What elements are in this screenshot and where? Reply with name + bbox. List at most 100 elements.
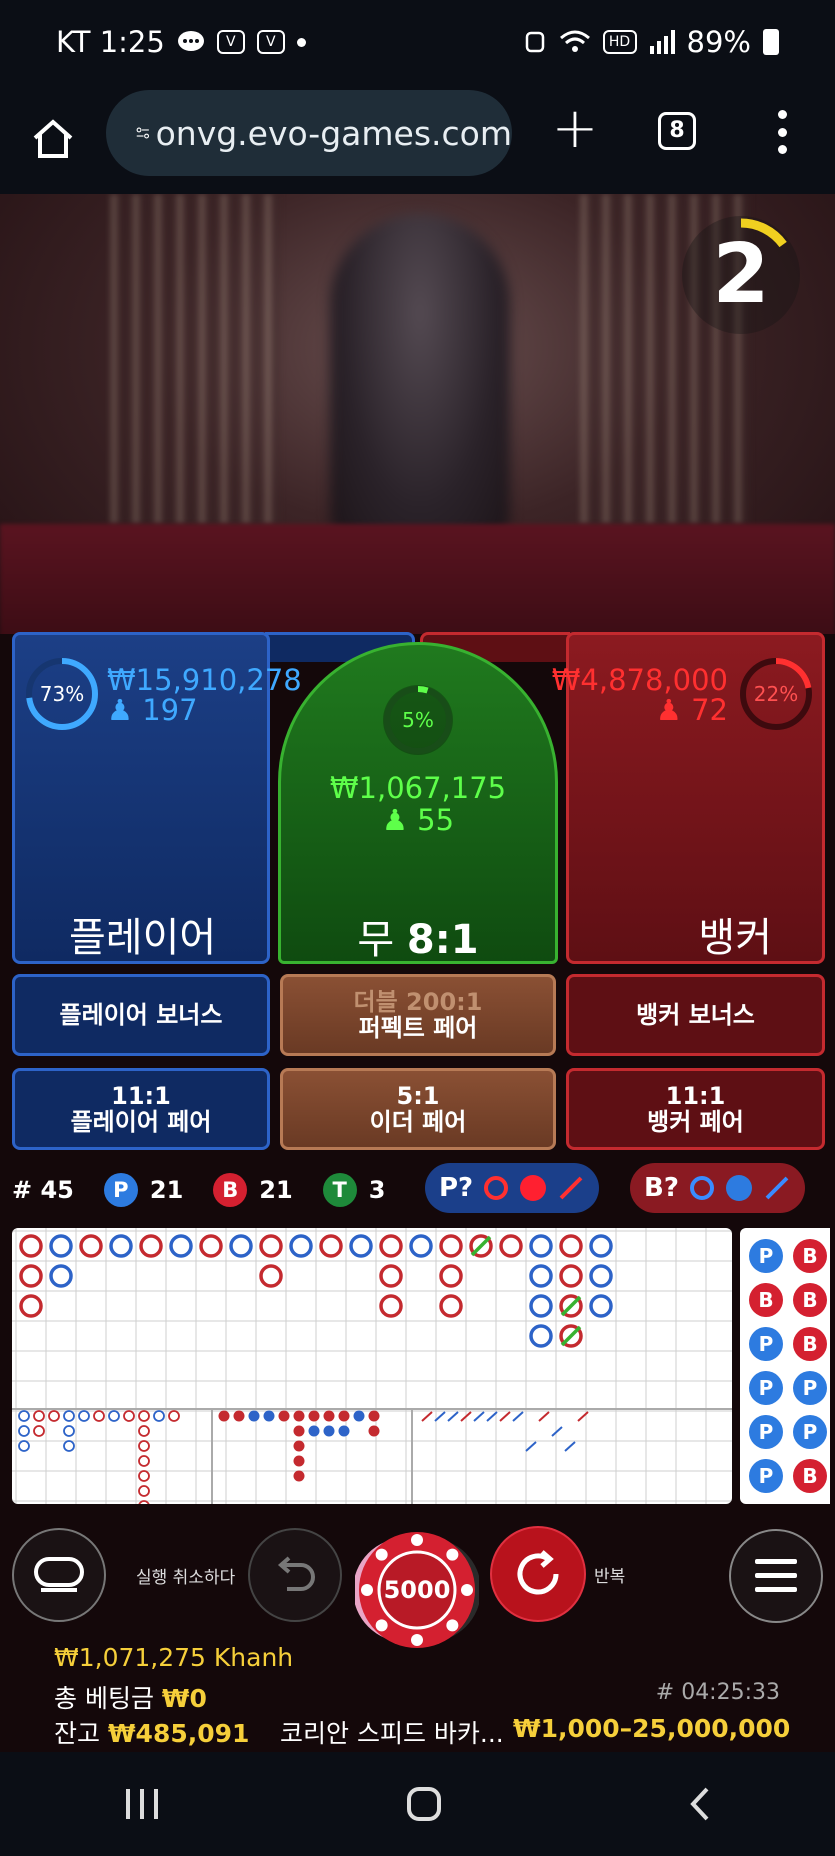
repeat-button[interactable] [490, 1526, 586, 1622]
tie-count-value: 55 [417, 803, 455, 837]
undo-button[interactable] [248, 1528, 342, 1622]
site-settings-icon[interactable] [136, 115, 150, 151]
chip-value: 5000 [383, 1576, 451, 1604]
small-road-mark [93, 1410, 105, 1422]
small-road-mark [138, 1440, 150, 1452]
bigeye-dot [248, 1410, 260, 1422]
scoreboard-road[interactable] [12, 1228, 732, 1504]
side-road-label-right: B [802, 1464, 817, 1488]
cockroach-mark [564, 1441, 576, 1452]
table-name: 코리안 스피드 바카... [280, 1719, 504, 1748]
tab-switcher-button[interactable]: 8 [658, 112, 696, 150]
road-mark-banker [19, 1264, 43, 1288]
url-text: onvg.evo-games.com [155, 113, 512, 153]
banker-prediction-button[interactable]: B? [630, 1163, 805, 1213]
player-bonus-button[interactable]: 플레이어 보너스 [12, 974, 270, 1056]
road-mark-banker [379, 1264, 403, 1288]
small-road-mark [48, 1410, 60, 1422]
banker-pair-button[interactable]: 11:1 뱅커 페어 [566, 1068, 825, 1150]
banker-bonus-button[interactable]: 뱅커 보너스 [566, 974, 825, 1056]
tie-total-amount: ₩1,067,175 [329, 771, 507, 805]
bigeye-dot [338, 1425, 350, 1437]
small-road-mark [33, 1410, 45, 1422]
home-button[interactable] [18, 104, 88, 174]
browser-menu-button[interactable] [770, 104, 794, 160]
small-road-mark [138, 1470, 150, 1482]
menu-button[interactable] [729, 1529, 823, 1623]
road-mark-player [229, 1234, 253, 1258]
side-road-label-right: P [803, 1420, 818, 1444]
tie-wins-badge: T [322, 1173, 357, 1207]
banker-wins-count: 21 [259, 1176, 293, 1204]
bigeye-dot [293, 1470, 305, 1482]
dealer-figure [330, 214, 510, 544]
perfect-pair-button[interactable]: 더블 200:1 퍼펙트 페어 [280, 974, 556, 1056]
address-bar[interactable]: onvg.evo-games.com [106, 90, 512, 176]
banker-total-amount: ₩4,878,000 [551, 663, 728, 697]
repeat-label: 반복 [594, 1567, 626, 1587]
app-notification-icon: V [216, 30, 245, 54]
banker-percent: 22% [753, 682, 799, 706]
repeat-icon [517, 1550, 559, 1595]
person-icon: ♟ [107, 693, 133, 727]
cockroach-mark [525, 1441, 537, 1452]
bigeye-dot [293, 1455, 305, 1467]
system-nav-bar [0, 1752, 835, 1856]
player-prediction-label: P? [439, 1173, 474, 1203]
tie-label: 무 8:1 [281, 907, 555, 965]
small-road-mark [138, 1455, 150, 1467]
banker-bonus-label: 뱅커 보너스 [636, 1001, 755, 1029]
road-mark-banker [559, 1234, 583, 1258]
banker-count-value: 72 [691, 693, 728, 727]
side-road-label: B [758, 1288, 773, 1312]
road-mark-banker [259, 1234, 283, 1258]
total-bet-label: 총 베팅금 [54, 1684, 154, 1713]
road-mark-banker [379, 1234, 403, 1258]
chip-selector[interactable]: 5000 [353, 1528, 481, 1652]
alarm-icon [525, 31, 544, 53]
recent-apps-icon[interactable] [122, 1787, 162, 1821]
side-road-label: P [759, 1420, 774, 1444]
background-screen-left [110, 194, 280, 524]
bigeye-dot [233, 1410, 245, 1422]
road-mark-player [409, 1234, 433, 1258]
bigeye-dot [308, 1410, 320, 1422]
either-pair-button[interactable]: 5:1 이더 페어 [280, 1068, 556, 1150]
countdown-value: 2 [712, 227, 770, 322]
side-road-grid: P BB BP BP PP PP B [749, 1239, 827, 1493]
player-pair-button[interactable]: 11:1 플레이어 페어 [12, 1068, 270, 1150]
banker-bet-area[interactable]: 22% ₩4,878,000 ♟ 72 뱅커 [552, 632, 825, 964]
back-icon[interactable] [687, 1786, 713, 1822]
table-icon [34, 1557, 84, 1592]
road-mark-banker [19, 1294, 43, 1318]
user-balance-name: ₩1,071,275 Khanh [54, 1643, 294, 1672]
message-icon [177, 31, 204, 51]
new-tab-button[interactable]: + [545, 94, 605, 164]
banker-pair-payout: 11:1 [665, 1082, 726, 1110]
road-grid [12, 1228, 732, 1504]
app-root: { "status_bar": {"carrier_time": "KT 1:2… [0, 0, 835, 1856]
road-mark-player [109, 1234, 133, 1258]
either-pair-payout: 5:1 [396, 1082, 440, 1110]
home-nav-icon[interactable] [406, 1786, 442, 1822]
small-road-mark [18, 1410, 30, 1422]
cockroach-mark [421, 1411, 433, 1422]
bigeye-dot [293, 1425, 305, 1437]
lobby-button[interactable] [12, 1528, 106, 1622]
total-bet: 총 베팅금 ₩0 [54, 1679, 207, 1715]
player-prediction-button[interactable]: P? [425, 1163, 600, 1213]
small-road-mark [123, 1410, 135, 1422]
small-road-mark [138, 1500, 150, 1504]
road-mark-banker [439, 1234, 463, 1258]
player-bet-area[interactable]: 73% ₩15,910,278 ♟ 197 플레이어 [12, 632, 302, 964]
cockroach-mark [499, 1411, 511, 1422]
side-road-label-right: B [802, 1332, 817, 1356]
side-road[interactable]: PBBBPBPPPPPB [740, 1228, 830, 1504]
tie-bet-area[interactable]: 5% ₩1,067,175 ♟ 55 무 8:1 [278, 642, 558, 964]
side-road-label: P [759, 1376, 774, 1400]
player-total-amount: ₩15,910,278 [107, 663, 302, 697]
road-mark-banker [79, 1234, 103, 1258]
person-icon: ♟ [655, 693, 682, 727]
round-number: # 45 [12, 1176, 74, 1204]
wifi-icon [559, 30, 590, 52]
